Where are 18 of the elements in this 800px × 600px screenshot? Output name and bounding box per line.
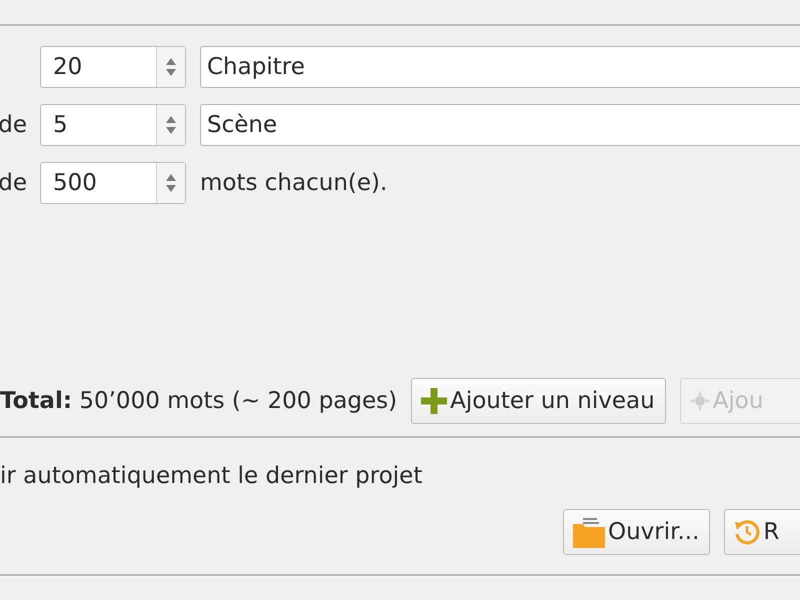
level-name-field[interactable]: Chapitre xyxy=(200,46,800,88)
add-level-button[interactable]: Ajouter un niveau xyxy=(411,378,666,424)
clock-icon xyxy=(734,519,760,545)
folder-icon xyxy=(573,516,605,548)
spin-arrows-icon[interactable] xyxy=(156,105,185,145)
level-name-field[interactable]: Scène xyxy=(200,104,800,146)
compass-icon xyxy=(690,391,710,411)
spin-arrows-icon[interactable] xyxy=(156,163,185,203)
spin-arrows-icon[interactable] xyxy=(156,47,185,87)
words-suffix-label: mots chacun(e). xyxy=(200,170,388,196)
plus-icon xyxy=(421,388,448,414)
total-summary: Total: 50’000 mots (~ 200 pages) xyxy=(0,388,398,414)
recent-button[interactable]: R xyxy=(724,509,800,555)
open-button[interactable]: Ouvrir... xyxy=(563,509,710,555)
number-spinbox[interactable]: 5 xyxy=(40,104,186,146)
number-spinbox[interactable]: 500 xyxy=(40,162,186,204)
number-spinbox[interactable]: 20 xyxy=(40,46,186,88)
checkbox-label[interactable]: ir automatiquement le dernier projet xyxy=(0,463,422,489)
